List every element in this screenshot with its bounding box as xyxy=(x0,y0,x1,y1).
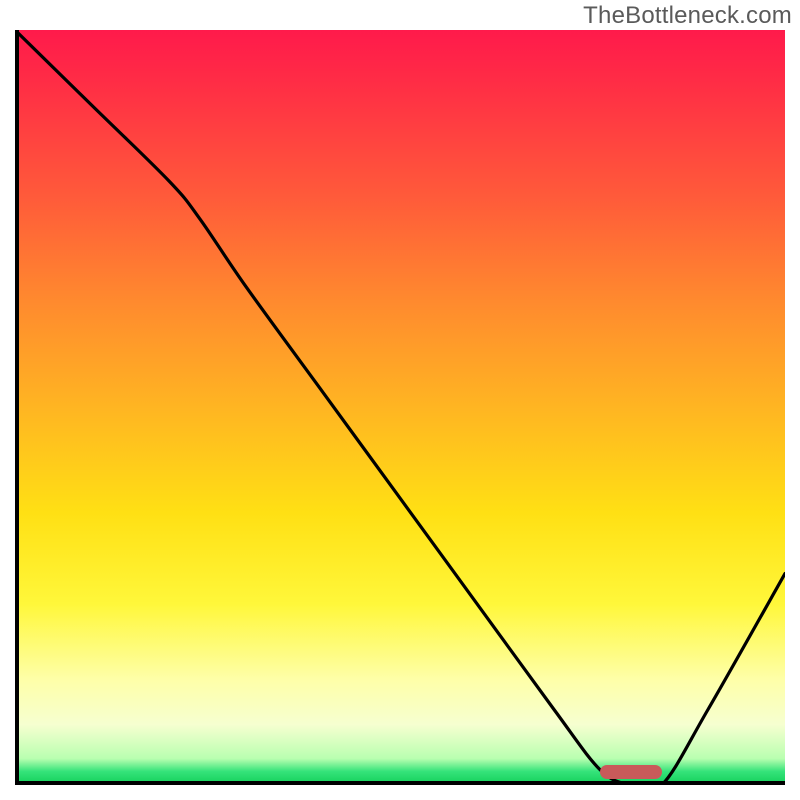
curve-svg xyxy=(15,30,785,785)
chart-area xyxy=(15,30,785,785)
bottleneck-curve xyxy=(15,30,785,785)
optimal-range-marker xyxy=(600,765,662,779)
x-axis xyxy=(15,781,785,785)
watermark-text: TheBottleneck.com xyxy=(583,2,792,30)
y-axis xyxy=(15,30,19,785)
